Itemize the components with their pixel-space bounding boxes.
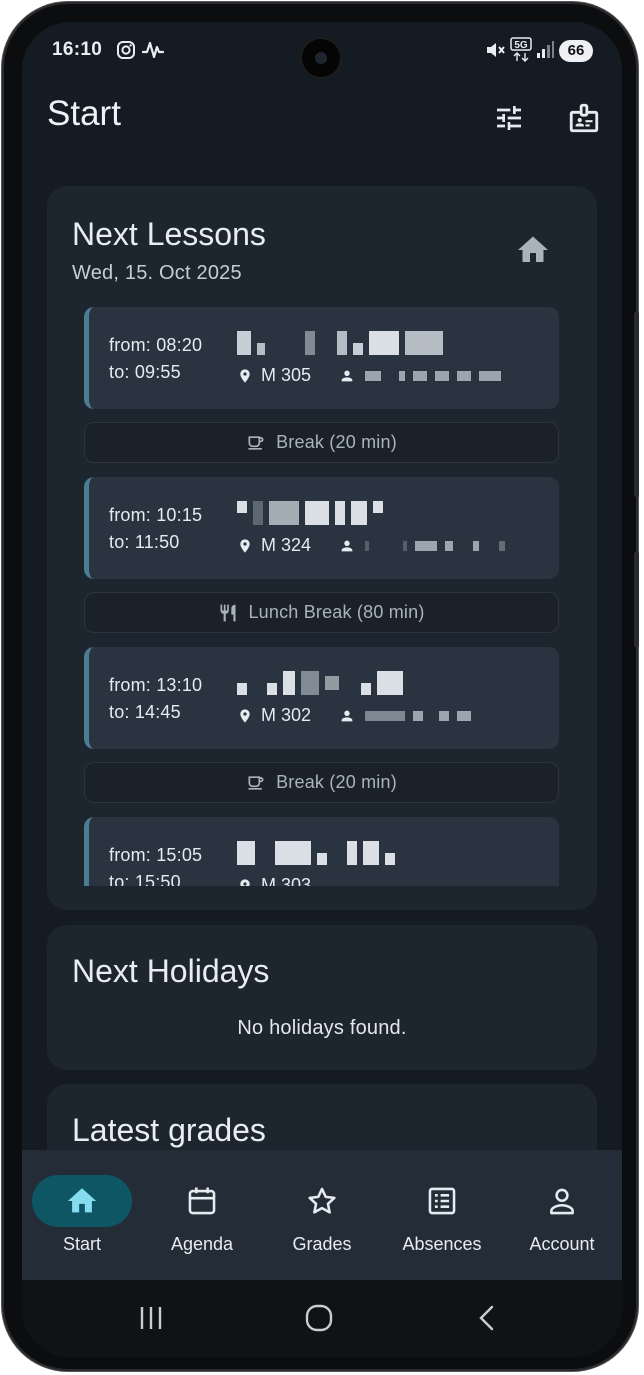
restaurant-icon (220, 604, 236, 621)
system-navigation-bar (22, 1280, 622, 1357)
home-button[interactable] (294, 1300, 344, 1336)
phone-frame: 16:10 5G 66 Start Next Lessons Wed, 15. … (2, 2, 639, 1371)
back-chevron-icon (479, 1305, 494, 1331)
power-button (634, 552, 639, 647)
volume-button (634, 312, 639, 497)
activity-icon (141, 40, 165, 65)
page-title: Start (47, 94, 121, 133)
lesson-teacher (339, 707, 471, 725)
person-icon (341, 710, 353, 722)
break-label: Lunch Break (80 min) (248, 602, 425, 622)
signal-icon (535, 40, 555, 65)
instagram-icon (116, 40, 136, 65)
person-icon (341, 540, 353, 552)
lesson-card[interactable]: from: 15:05 to: 15:50 M 303 (84, 817, 559, 886)
nav-item-start[interactable]: Start (22, 1150, 142, 1280)
nav-item-account[interactable]: Account (502, 1150, 622, 1280)
battery-indicator: 66 (559, 40, 593, 62)
break-separator: Break (20 min) (84, 762, 559, 803)
location-icon (240, 708, 250, 723)
lesson-room: M 305 (261, 365, 312, 385)
nav-label: Agenda (170, 1234, 234, 1254)
teacher-name-redacted (365, 711, 471, 721)
nav-item-agenda[interactable]: Agenda (142, 1150, 262, 1280)
next-holidays-title: Next Holidays (72, 953, 270, 989)
lesson-to: to: 15:50 (109, 872, 181, 886)
location-icon (240, 368, 250, 383)
latest-grades-title: Latest grades (72, 1112, 266, 1148)
lesson-card[interactable]: from: 08:20 to: 09:55 M 305 (84, 307, 559, 409)
nav-icon-holder (392, 1175, 492, 1227)
network-5g-icon: 5G (510, 37, 532, 68)
calendar-icon (188, 1187, 216, 1215)
mute-icon (484, 40, 506, 65)
next-holidays-card: Next Holidays No holidays found. (47, 925, 597, 1070)
home-icon (518, 236, 548, 262)
lesson-card[interactable]: from: 13:10 to: 14:45 M 302 (84, 647, 559, 749)
screen: 16:10 5G 66 Start Next Lessons Wed, 15. … (22, 22, 622, 1357)
nav-icon-holder (272, 1175, 372, 1227)
id-card-button[interactable] (564, 98, 604, 138)
home-shortcut-button[interactable] (515, 232, 551, 268)
nav-item-grades[interactable]: Grades (262, 1150, 382, 1280)
holidays-empty-message: No holidays found. (237, 1017, 407, 1039)
status-bar: 16:10 5G 66 (22, 22, 622, 80)
lunch-break-separator: Lunch Break (80 min) (84, 592, 559, 633)
home-circle-icon (305, 1304, 333, 1332)
break-label: Break (20 min) (276, 432, 397, 452)
coffee-icon (248, 775, 264, 790)
location-icon (240, 538, 250, 553)
lesson-from: from: 08:20 (109, 335, 203, 355)
coffee-icon (248, 435, 264, 450)
lesson-subject-redacted (237, 671, 403, 695)
back-button[interactable] (462, 1300, 512, 1336)
lesson-card[interactable]: from: 10:15 to: 11:50 M 324 (84, 477, 559, 579)
lesson-to: to: 11:50 (109, 532, 180, 552)
next-lessons-title: Next Lessons (72, 216, 266, 252)
lesson-room: M 324 (261, 535, 312, 555)
lesson-to: to: 14:45 (109, 702, 181, 722)
badge-icon (569, 103, 599, 133)
bottom-navigation: Start Agenda Grades Absences Account (22, 1150, 622, 1280)
lesson-to: to: 09:55 (109, 362, 181, 382)
lesson-teacher (339, 367, 501, 385)
lesson-subject-redacted (237, 501, 383, 525)
person-icon (550, 1188, 574, 1215)
teacher-name-redacted (365, 371, 501, 381)
nav-icon-holder (152, 1175, 252, 1227)
list-icon (428, 1187, 456, 1215)
lesson-from: from: 13:10 (109, 675, 203, 695)
tune-icon (497, 106, 521, 130)
lesson-teacher (339, 537, 505, 555)
star-icon (308, 1187, 336, 1214)
recents-icon (140, 1307, 162, 1329)
lesson-room: M 302 (261, 705, 312, 725)
person-icon (341, 370, 353, 382)
front-camera (302, 39, 340, 77)
nav-label: Grades (292, 1234, 352, 1254)
next-lessons-card: Next Lessons Wed, 15. Oct 2025 from: 08:… (47, 186, 597, 910)
lesson-subject-redacted (237, 841, 395, 865)
home-icon (67, 1188, 97, 1213)
lesson-from: from: 15:05 (109, 845, 203, 865)
location-icon (240, 878, 250, 886)
svg-text:5G: 5G (514, 40, 528, 51)
lesson-room: M 303 (261, 875, 312, 886)
break-label: Break (20 min) (276, 772, 397, 792)
lessons-list[interactable]: from: 08:20 to: 09:55 M 305 Break (20 mi… (84, 306, 560, 886)
nav-active-indicator (32, 1175, 132, 1227)
recent-apps-button[interactable] (126, 1300, 176, 1336)
lesson-subject-redacted (237, 331, 443, 355)
next-lessons-date: Wed, 15. Oct 2025 (72, 262, 242, 284)
teacher-name-redacted (365, 541, 505, 551)
nav-label: Start (62, 1234, 101, 1254)
status-time: 16:10 (52, 39, 103, 60)
nav-icon-holder (512, 1175, 612, 1227)
filter-settings-button[interactable] (489, 98, 529, 138)
nav-item-absences[interactable]: Absences (382, 1150, 502, 1280)
lesson-from: from: 10:15 (109, 505, 203, 525)
nav-label: Account (529, 1234, 595, 1254)
nav-label: Absences (402, 1234, 482, 1254)
break-separator: Break (20 min) (84, 422, 559, 463)
